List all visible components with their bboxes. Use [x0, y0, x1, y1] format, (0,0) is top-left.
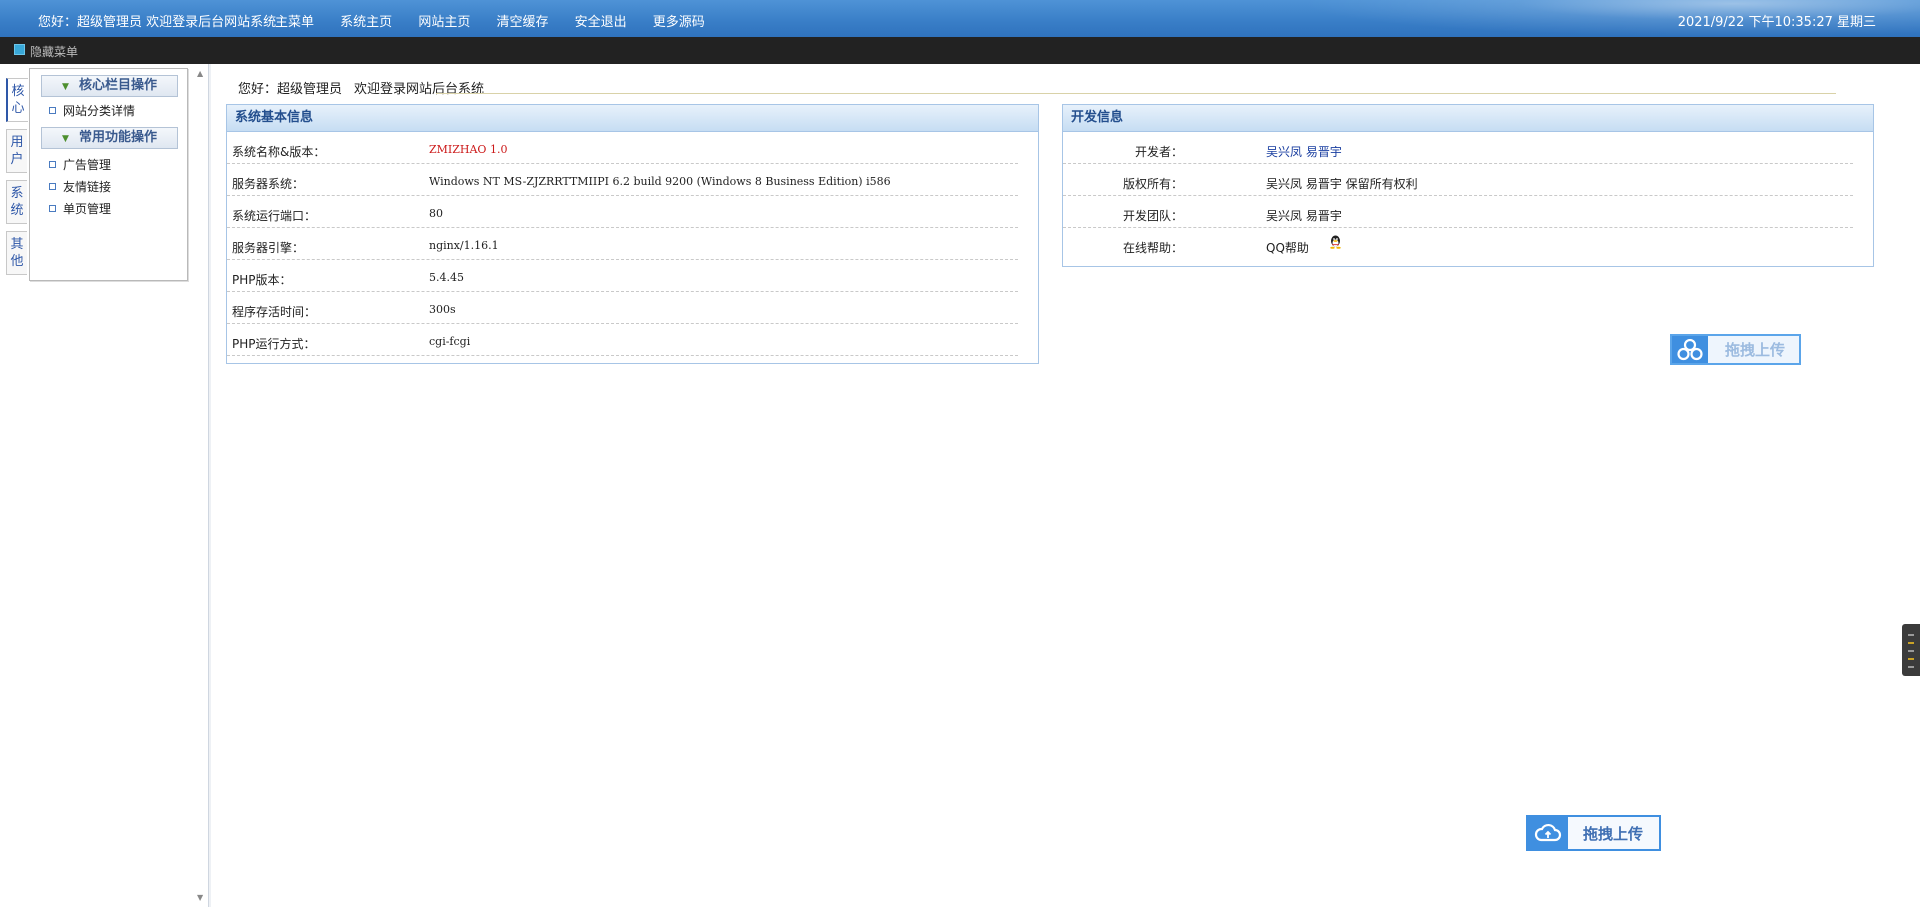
sidebar-item-links[interactable]: 友情链接: [49, 179, 187, 195]
row-value: 80: [429, 207, 443, 220]
table-row: 系统名称&版本： ZMIZHAO 1.0: [227, 132, 1018, 164]
main-greeting: 您好：超级管理员 欢迎登录网站后台系统: [238, 78, 484, 97]
row-key: PHP运行方式：: [232, 337, 316, 351]
tab-core[interactable]: 核心: [6, 78, 28, 122]
top-nav: 主菜单 系统主页 网站主页 清空缓存 安全退出 更多源码: [275, 11, 727, 30]
row-value: cgi-fcgi: [429, 335, 471, 348]
table-row: 版权所有： 吴兴凤 易晋宇 保留所有权利: [1063, 164, 1853, 196]
nav-more-source[interactable]: 更多源码: [653, 15, 705, 30]
row-value: 吴兴凤 易晋宇: [1266, 209, 1342, 223]
table-row: 程序存活时间： 300s: [227, 292, 1018, 324]
bullet-square-icon: [49, 205, 56, 212]
welcome-text: 您好：超级管理员 欢迎登录后台网站系统: [38, 15, 277, 30]
dev-info-title: 开发信息: [1063, 105, 1873, 132]
table-row: PHP版本： 5.4.45: [227, 260, 1018, 292]
tab-other-label: 其他: [10, 237, 24, 269]
row-value: ZMIZHAO 1.0: [429, 143, 508, 156]
menu-toggle-bar: 隐藏菜单: [0, 37, 1920, 64]
row-value: nginx/1.16.1: [429, 239, 499, 252]
row-value: 300s: [429, 303, 456, 316]
sidebar-menu: ▼ 核心栏目操作 网站分类详情 ▼ 常用功能操作 广告管理 友情链接 单页管理: [29, 68, 188, 281]
row-key: 程序存活时间：: [232, 305, 317, 319]
row-key: 系统名称&版本：: [232, 145, 326, 159]
row-key: 开发团队：: [1122, 209, 1183, 223]
group-common-ops[interactable]: ▼ 常用功能操作: [41, 127, 178, 149]
chevron-down-icon: ▼: [62, 82, 69, 92]
row-value: Windows NT MS-ZJZRRTTMIIPI 6.2 build 920…: [429, 175, 891, 188]
nav-main-menu[interactable]: 主菜单: [275, 15, 314, 30]
nav-logout[interactable]: 安全退出: [575, 15, 627, 30]
vertical-tabs: 核心 用户 系统 其他: [6, 78, 28, 282]
table-row: 系统运行端口： 80: [227, 196, 1018, 228]
clock: 2021/9/22 下午10:35:27 星期三: [1677, 15, 1876, 30]
system-info-panel: 系统基本信息 系统名称&版本： ZMIZHAO 1.0 服务器系统： Windo…: [226, 104, 1039, 364]
hide-menu-icon[interactable]: [14, 44, 25, 55]
tab-user[interactable]: 用户: [6, 129, 27, 173]
chevron-down-icon: ▼: [62, 134, 69, 144]
side-tool-widget[interactable]: [1902, 624, 1920, 676]
hide-menu-button[interactable]: 隐藏菜单: [30, 43, 78, 60]
sidebar-scrollbar[interactable]: [194, 68, 208, 907]
drag-upload-button-cloud[interactable]: 拖拽上传: [1526, 815, 1661, 851]
group-core-ops[interactable]: ▼ 核心栏目操作: [41, 75, 178, 97]
dev-info-panel: 开发信息 开发者： 吴兴凤 易晋宇 版权所有： 吴兴凤 易晋宇 保留所有权利 开…: [1062, 104, 1874, 267]
drag-upload-button[interactable]: 拖拽上传: [1670, 334, 1801, 365]
row-key: 系统运行端口：: [232, 209, 317, 223]
group-common-ops-title: 常用功能操作: [78, 130, 157, 145]
table-row: PHP运行方式： cgi-fcgi: [227, 324, 1018, 356]
table-row: 在线帮助： QQ帮助: [1063, 228, 1853, 260]
scroll-down-icon[interactable]: ▼: [197, 893, 203, 902]
table-row: 开发团队： 吴兴凤 易晋宇: [1063, 196, 1853, 228]
bullet-square-icon: [49, 183, 56, 190]
row-key: 版权所有：: [1122, 177, 1183, 191]
table-row: 服务器系统： Windows NT MS-ZJZRRTTMIIPI 6.2 bu…: [227, 164, 1018, 196]
sidebar-item-label: 友情链接: [63, 180, 112, 194]
tab-system[interactable]: 系统: [6, 180, 27, 224]
scroll-up-icon[interactable]: ▲: [197, 69, 203, 78]
greeting-divider: [436, 93, 1836, 94]
tab-user-label: 用户: [10, 135, 24, 167]
row-value: 5.4.45: [429, 271, 464, 284]
qq-penguin-icon[interactable]: [1329, 235, 1342, 249]
tab-core-label: 核心: [11, 84, 25, 116]
drag-upload-label: 拖拽上传: [1725, 341, 1786, 359]
nav-site-home[interactable]: 网站主页: [418, 15, 470, 30]
drag-upload-label: 拖拽上传: [1583, 824, 1644, 843]
tab-other[interactable]: 其他: [6, 231, 27, 275]
sidebar-item-pages[interactable]: 单页管理: [49, 201, 187, 217]
sidebar-item-label: 单页管理: [63, 202, 112, 216]
cloud-upload-icon: [1528, 817, 1568, 849]
greeting-message: 欢迎登录网站后台系统: [354, 82, 485, 97]
row-key: 开发者：: [1134, 145, 1183, 159]
sidebar-item-label: 网站分类详情: [63, 104, 136, 118]
table-row: 开发者： 吴兴凤 易晋宇: [1063, 132, 1853, 164]
nav-system-home[interactable]: 系统主页: [340, 15, 392, 30]
bullet-square-icon: [49, 107, 56, 114]
system-info-title: 系统基本信息: [227, 105, 1038, 132]
row-key: PHP版本：: [232, 273, 292, 287]
row-value: 吴兴凤 易晋宇: [1266, 145, 1342, 159]
nav-clear-cache[interactable]: 清空缓存: [496, 15, 548, 30]
row-value: 吴兴凤 易晋宇 保留所有权利: [1266, 177, 1418, 191]
bullet-square-icon: [49, 161, 56, 168]
group-core-ops-title: 核心栏目操作: [78, 78, 157, 93]
row-key: 服务器引擎：: [232, 241, 305, 255]
sidebar-item-label: 广告管理: [63, 158, 112, 172]
frame-splitter-shadow: [209, 64, 211, 907]
greeting-hello: 您好：超级管理员: [238, 82, 343, 97]
baidu-cloud-icon: [1672, 336, 1708, 363]
table-row: 服务器引擎： nginx/1.16.1: [227, 228, 1018, 260]
sidebar-item-ads[interactable]: 广告管理: [49, 157, 187, 173]
tab-system-label: 系统: [10, 186, 24, 218]
sidebar-item-category-detail[interactable]: 网站分类详情: [49, 103, 187, 119]
top-bar: 您好：超级管理员 欢迎登录后台网站系统 主菜单 系统主页 网站主页 清空缓存 安…: [0, 0, 1920, 37]
qq-help-link[interactable]: QQ帮助: [1266, 239, 1309, 256]
row-key: 服务器系统：: [232, 177, 305, 191]
row-key: 在线帮助：: [1122, 241, 1183, 255]
